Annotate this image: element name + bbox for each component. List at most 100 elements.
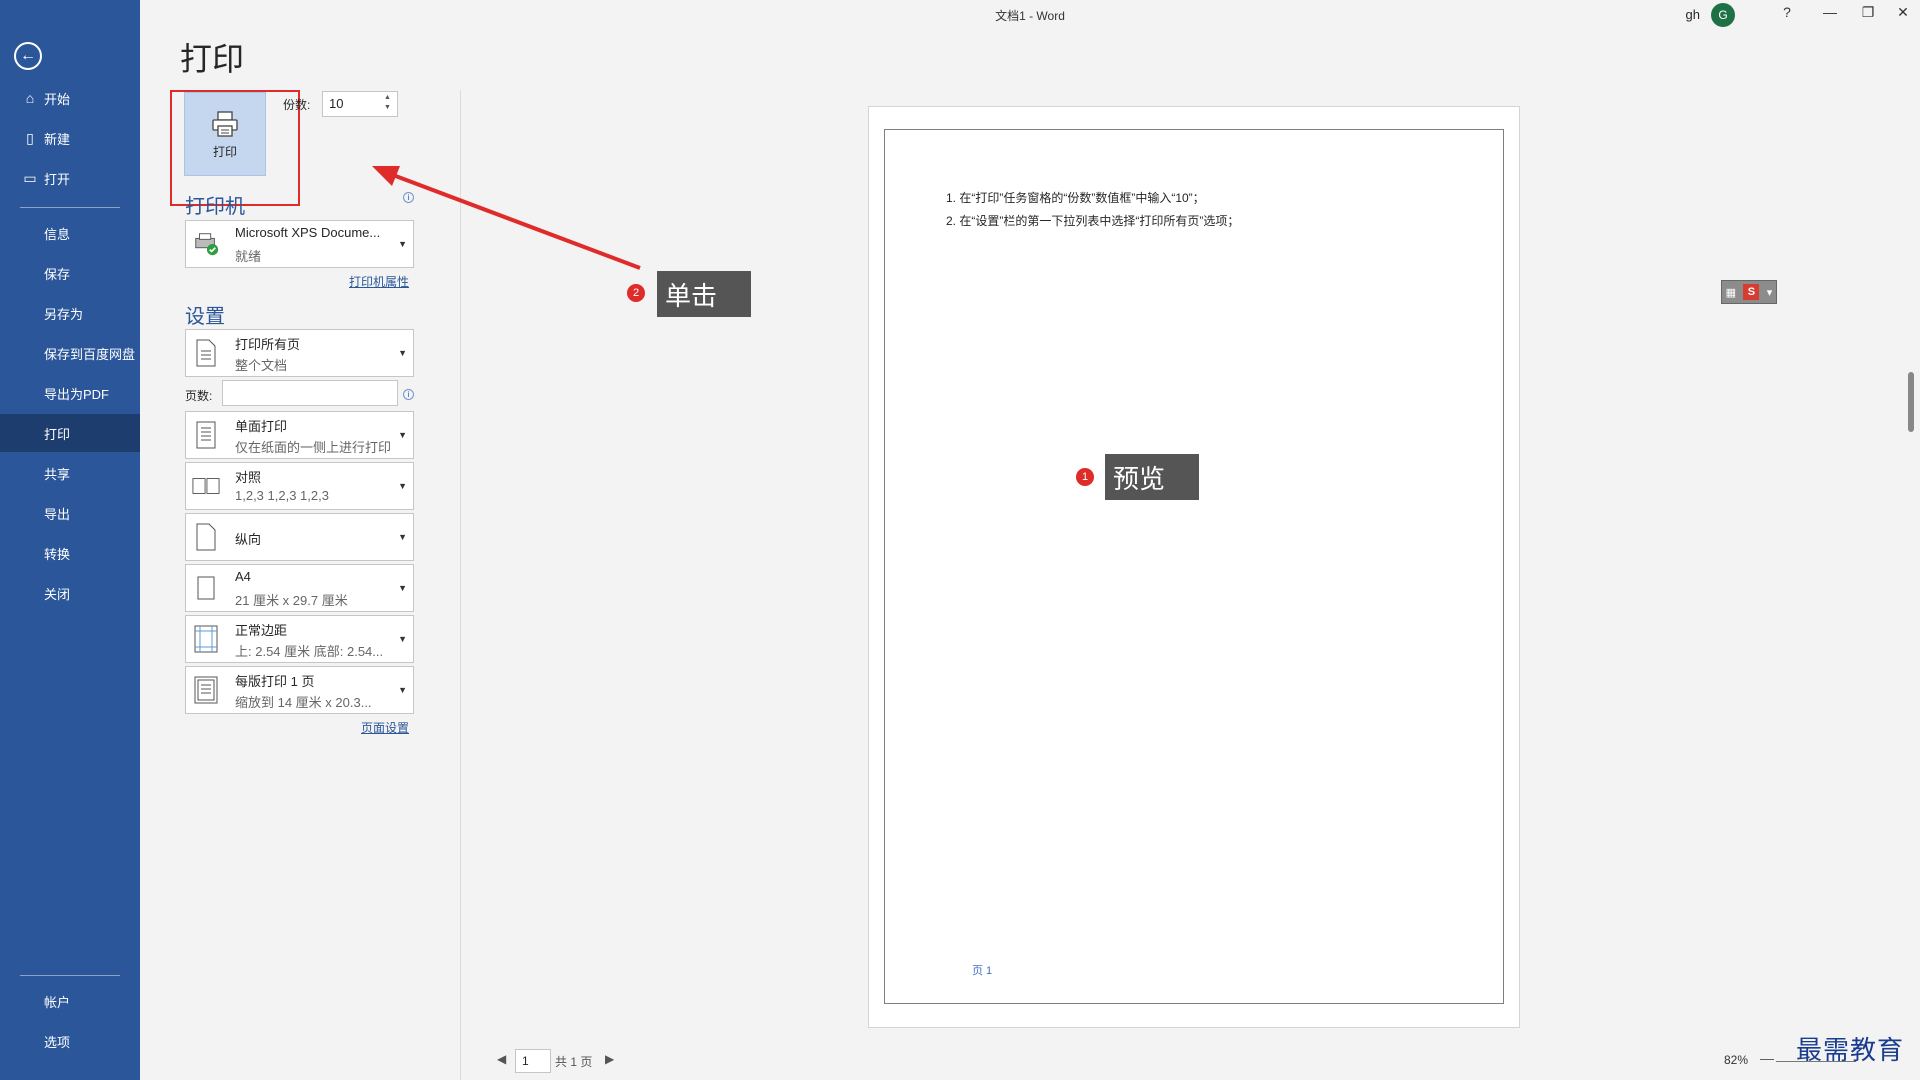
zoom-level[interactable]: 82% [1724, 1053, 1748, 1067]
setting-title: 对照 [235, 470, 262, 485]
sidebar-item-info[interactable]: 信息 [0, 214, 140, 252]
sidebar-item-home[interactable]: ⌂ 开始 [0, 79, 140, 117]
setting-title: 纵向 [235, 532, 262, 547]
info-icon[interactable]: i [403, 389, 414, 400]
panel-divider [460, 90, 461, 1080]
setting-subtitle: 仅在纸面的一侧上进行打印 [235, 440, 392, 455]
sidebar-item-label: 关闭 [44, 586, 71, 602]
sidebar-item-export[interactable]: 导出 [0, 494, 140, 532]
one-sided-icon [192, 420, 220, 450]
sidebar-item-label: 另存为 [44, 306, 84, 322]
dropdown-arrow-icon: ▼ [398, 685, 407, 695]
avatar[interactable]: G [1711, 3, 1735, 27]
backstage-sidebar: ← ⌂ 开始 ▯ 新建 ▭ 打开 信息 保存 另存为 保存到百度网盘 导出为PD… [0, 0, 140, 1080]
user-name[interactable]: gh [1686, 7, 1700, 22]
dropdown-arrow-icon: ▼ [398, 430, 407, 440]
sidebar-item-convert[interactable]: 转换 [0, 534, 140, 572]
copies-label: 份数: [283, 98, 311, 112]
new-document-icon: ▯ [26, 129, 34, 146]
help-button[interactable]: ? [1772, 4, 1802, 26]
collate-dropdown[interactable]: 对照 1,2,3 1,2,3 1,2,3 ▼ [185, 462, 414, 510]
ime-toolbar[interactable]: ▦ S ▾ [1721, 280, 1777, 304]
sidebar-item-label: 保存 [44, 266, 71, 282]
sidebar-item-label: 转换 [44, 546, 71, 562]
pages-label: 页数: [185, 389, 213, 403]
page-total: 共 1 页 [555, 1055, 593, 1069]
step-badge: 1 [1076, 468, 1094, 486]
printer-name: Microsoft XPS Docume... [235, 225, 381, 240]
setting-title: 打印所有页 [235, 337, 301, 352]
sidebar-divider [20, 975, 120, 976]
page-margin-frame [884, 129, 1504, 1004]
sidebar-item-label: 新建 [44, 131, 71, 147]
printer-heading: 打印机 [185, 196, 245, 218]
sidebar-item-open[interactable]: ▭ 打开 [0, 159, 140, 197]
step-badge: 2 [627, 284, 645, 302]
setting-title: 单面打印 [235, 419, 288, 434]
sogou-icon: S [1743, 284, 1760, 300]
printer-status: 就绪 [235, 249, 262, 264]
document-pages-icon [192, 338, 220, 368]
sidebar-item-label: 导出 [44, 506, 71, 522]
printer-dropdown[interactable]: Microsoft XPS Docume... 就绪 ▼ [185, 220, 414, 268]
sidebar-item-label: 信息 [44, 226, 71, 242]
document-line: 1. 在“打印”任务窗格的“份数”数值框”中输入“10”； [946, 191, 1205, 205]
setting-title: A4 [235, 569, 251, 584]
sidebar-item-print[interactable]: 打印 [0, 414, 140, 452]
pages-input[interactable] [222, 380, 398, 406]
sidebar-item-label: 共享 [44, 466, 71, 482]
sides-dropdown[interactable]: 单面打印 仅在纸面的一侧上进行打印 ▼ [185, 411, 414, 459]
printer-properties-link[interactable]: 打印机属性 [349, 273, 409, 290]
click-annotation: 单击 [657, 271, 751, 317]
sidebar-item-export-pdf[interactable]: 导出为PDF [0, 374, 140, 412]
sidebar-item-label: 开始 [44, 91, 71, 107]
sidebar-item-save-as[interactable]: 另存为 [0, 294, 140, 332]
next-page-icon[interactable]: ▶ [605, 1052, 614, 1066]
settings-heading: 设置 [185, 306, 225, 328]
title-bar: 文档1 - Word [140, 0, 1920, 30]
minimize-button[interactable]: — [1815, 4, 1845, 26]
paper-size-dropdown[interactable]: A4 21 厘米 x 29.7 厘米 ▼ [185, 564, 414, 612]
sidebar-item-save-to-baidu[interactable]: 保存到百度网盘 [0, 334, 140, 372]
print-range-dropdown[interactable]: 打印所有页 整个文档 ▼ [185, 329, 414, 377]
setting-title: 正常边距 [235, 623, 288, 638]
page-number-input[interactable]: 1 [515, 1049, 551, 1073]
scrollbar-thumb[interactable] [1908, 372, 1914, 432]
margins-icon [192, 624, 220, 654]
page-title: 打印 [180, 41, 245, 77]
dropdown-arrow-icon: ▼ [398, 481, 407, 491]
back-arrow-icon[interactable]: ← [14, 42, 42, 70]
sidebar-item-save[interactable]: 保存 [0, 254, 140, 292]
copies-spinner[interactable]: ▲ ▼ [384, 93, 391, 113]
sidebar-item-label: 保存到百度网盘 [44, 346, 136, 362]
pages-per-sheet-dropdown[interactable]: 每版打印 1 页 缩放到 14 厘米 x 20.3... ▼ [185, 666, 414, 714]
open-folder-icon: ▭ [23, 169, 37, 186]
dropdown-arrow-icon: ▼ [398, 239, 407, 249]
sidebar-item-label: 打印 [44, 426, 71, 442]
page-setup-link[interactable]: 页面设置 [361, 719, 409, 736]
sidebar-item-share[interactable]: 共享 [0, 454, 140, 492]
sidebar-item-new[interactable]: ▯ 新建 [0, 119, 140, 157]
margins-dropdown[interactable]: 正常边距 上: 2.54 厘米 底部: 2.54... ▼ [185, 615, 414, 663]
zoom-out-button[interactable]: — [1760, 1050, 1774, 1066]
dropdown-arrow-icon: ▼ [398, 348, 407, 358]
sidebar-item-close[interactable]: 关闭 [0, 574, 140, 612]
sidebar-item-account[interactable]: 帐户 [0, 982, 140, 1020]
setting-subtitle: 21 厘米 x 29.7 厘米 [235, 593, 348, 608]
page-footer: 页 1 [972, 965, 993, 977]
collate-icon [192, 471, 220, 501]
orientation-dropdown[interactable]: 纵向 ▼ [185, 513, 414, 561]
setting-subtitle: 缩放到 14 厘米 x 20.3... [235, 695, 372, 710]
previous-page-icon[interactable]: ◀ [497, 1052, 506, 1066]
setting-subtitle: 整个文档 [235, 358, 288, 373]
sidebar-item-options[interactable]: 选项 [0, 1022, 140, 1060]
portrait-icon [192, 522, 220, 552]
sidebar-item-label: 打开 [44, 171, 71, 187]
close-button[interactable]: ✕ [1888, 4, 1918, 26]
printer-ready-icon [192, 229, 220, 259]
dropdown-arrow-icon: ▼ [398, 532, 407, 542]
restore-button[interactable]: ❐ [1853, 4, 1883, 26]
sidebar-divider [20, 207, 120, 208]
info-icon[interactable]: i [403, 192, 414, 203]
dropdown-arrow-icon: ▼ [398, 583, 407, 593]
